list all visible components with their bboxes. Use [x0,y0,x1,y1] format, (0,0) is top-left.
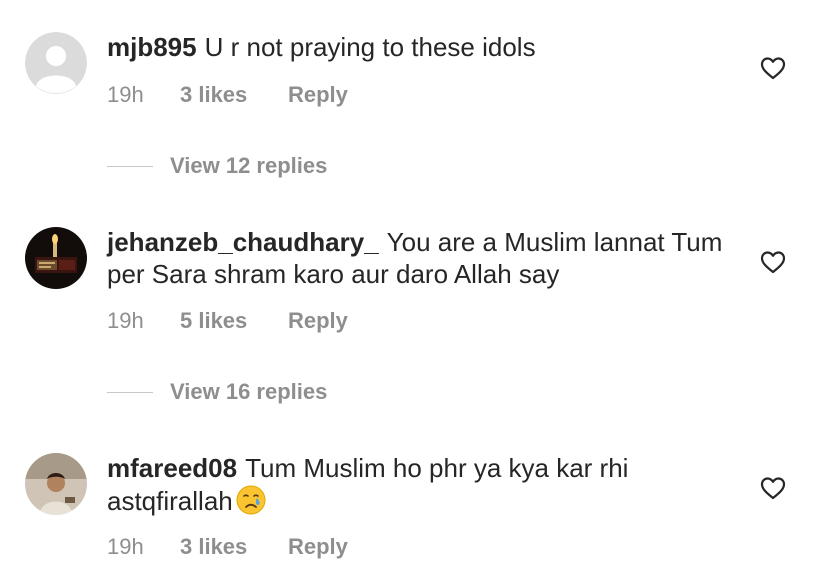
comment-meta: 19h 5 likes Reply [107,308,348,334]
replies-divider [107,391,153,393]
avatar[interactable] [25,453,87,515]
comment-meta: 19h 3 likes Reply [107,534,348,560]
default-avatar-icon [25,32,87,94]
comment-time: 19h [107,82,144,107]
view-replies-label: View 12 replies [170,153,328,178]
comment-body: jehanzeb_chaudhary_ You are a Muslim lann… [107,226,727,290]
heart-outline-icon[interactable] [760,476,786,500]
avatar[interactable] [25,32,87,94]
comment-time: 19h [107,308,144,333]
avatar[interactable] [25,227,87,289]
heart-outline-icon[interactable] [760,56,786,80]
user-avatar-image [25,227,87,289]
view-replies-label: View 16 replies [170,379,328,404]
comment-body: mjb895 U r not praying to these idols [107,31,727,63]
comment-likes[interactable]: 3 likes [180,534,288,560]
replies-divider [107,165,153,167]
comment-username[interactable]: jehanzeb_chaudhary_ [107,227,379,257]
view-replies-button[interactable]: View 12 replies [107,153,327,179]
reply-button[interactable]: Reply [288,308,348,334]
comment-time: 19h [107,534,144,559]
user-avatar-image [25,453,87,515]
comment-text: U r not praying to these idols [204,32,536,62]
reply-button[interactable]: Reply [288,534,348,560]
comment-meta: 19h 3 likes Reply [107,82,348,108]
comment-body: mfareed08 Tum Muslim ho phr ya kya kar rh… [107,452,727,517]
crying-face-icon [235,484,267,516]
view-replies-button[interactable]: View 16 replies [107,379,327,405]
comment-username[interactable]: mjb895 [107,32,197,62]
comment-username[interactable]: mfareed08 [107,453,237,483]
reply-button[interactable]: Reply [288,82,348,108]
comment-likes[interactable]: 5 likes [180,308,288,334]
comment-likes[interactable]: 3 likes [180,82,288,108]
heart-outline-icon[interactable] [760,250,786,274]
